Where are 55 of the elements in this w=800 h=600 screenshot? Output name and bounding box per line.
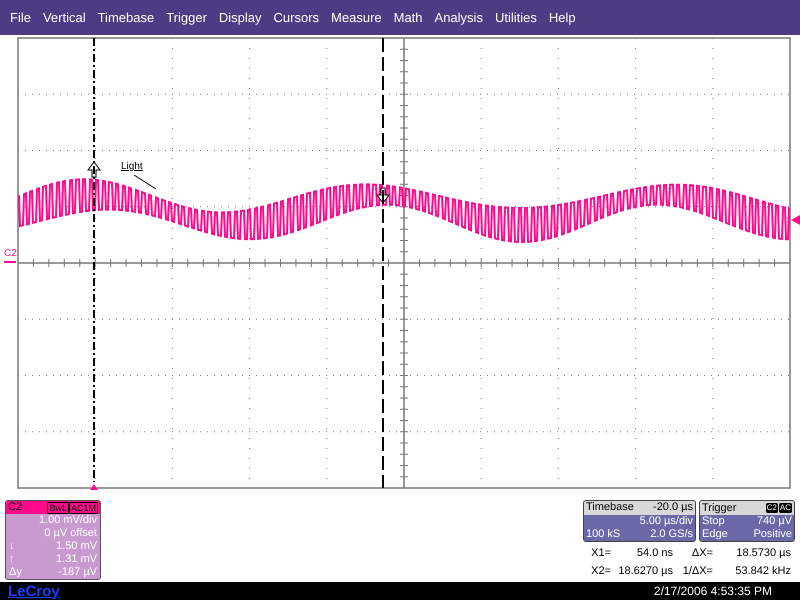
- row-value: 5.00 µs/div: [640, 515, 693, 528]
- trace-label: Light: [121, 162, 143, 172]
- cursor-label: X1=: [590, 547, 611, 560]
- panel-title: Trigger: [702, 502, 736, 514]
- cursor-label: 1/ΔX=: [682, 565, 713, 578]
- menu-item[interactable]: Utilities: [488, 8, 543, 28]
- cursor-label: X2=: [590, 565, 611, 578]
- row-value: 1.00 mV/div: [38, 514, 97, 527]
- timebase-panel[interactable]: Timebase -20.0 µs 5.00 µs/div 100 kS 2.0 GS/s: [583, 500, 696, 542]
- channel-badge: BwL: [47, 502, 69, 514]
- channel-panel[interactable]: C2 BwL AC1M 1.00 mV/div 0 µV offset ↓ 1.50 mV ↑ 1.31 mV Δy -187 µV: [5, 500, 101, 580]
- channel-badge: AC1M: [68, 502, 98, 514]
- trigger-level-icon: [791, 215, 800, 225]
- panel-title: Timebase: [586, 501, 634, 515]
- row-value: 0 µV offset: [44, 527, 97, 540]
- menu-item[interactable]: Vertical: [36, 8, 92, 28]
- menu-item[interactable]: Display: [212, 8, 268, 28]
- row-value: 1.50 mV: [56, 540, 97, 553]
- cursor-value: 54.0 ns: [636, 547, 674, 560]
- trigger-position-icon: [90, 484, 98, 490]
- row-value: -187 µV: [58, 566, 97, 579]
- cursor-label: ΔX=: [690, 547, 713, 560]
- row-value: 1.31 mV: [56, 553, 97, 566]
- cursor-line[interactable]: [382, 38, 384, 488]
- timebase-delay: -20.0 µs: [653, 501, 693, 515]
- cursor-line[interactable]: [93, 38, 95, 482]
- row-label: Stop: [702, 515, 725, 528]
- down-arrow-icon: [376, 188, 390, 204]
- channel-name: C2: [8, 501, 22, 514]
- date-time: 2/17/2006 4:53:35 PM: [654, 583, 772, 600]
- row-value: 2.0 GS/s: [650, 528, 693, 541]
- row-label: Δy: [9, 566, 22, 579]
- cursor-value: 18.6270 µs: [617, 565, 674, 578]
- trigger-panel[interactable]: Trigger C2 AC Stop 740 µV Edge Positive: [699, 500, 795, 542]
- row-value: 740 µV: [756, 515, 792, 528]
- trigger-badge: C2: [766, 503, 778, 513]
- leader-line: [134, 174, 156, 190]
- menu-item[interactable]: Trigger: [160, 8, 213, 28]
- cursor-value: 53.842 kHz: [734, 565, 792, 578]
- trigger-badge: AC: [778, 503, 792, 513]
- menu-item[interactable]: Math: [388, 8, 429, 28]
- row-label: ↓: [9, 540, 14, 553]
- row-label: 100 kS: [586, 528, 620, 541]
- menu-item[interactable]: Help: [542, 8, 582, 28]
- menu-item[interactable]: File: [4, 8, 37, 28]
- row-label: ↑: [9, 553, 14, 566]
- up-arrow-icon: [87, 161, 101, 178]
- menu-item[interactable]: Cursors: [268, 8, 326, 28]
- channel-marker: C2: [4, 249, 17, 259]
- row-label: Edge: [702, 528, 728, 541]
- menu-item[interactable]: Measure: [325, 8, 388, 28]
- menu-item[interactable]: Analysis: [428, 8, 489, 28]
- menu-item[interactable]: Timebase: [92, 8, 160, 28]
- cursor-value: 18.5730 µs: [735, 547, 792, 560]
- row-value: Positive: [753, 528, 792, 541]
